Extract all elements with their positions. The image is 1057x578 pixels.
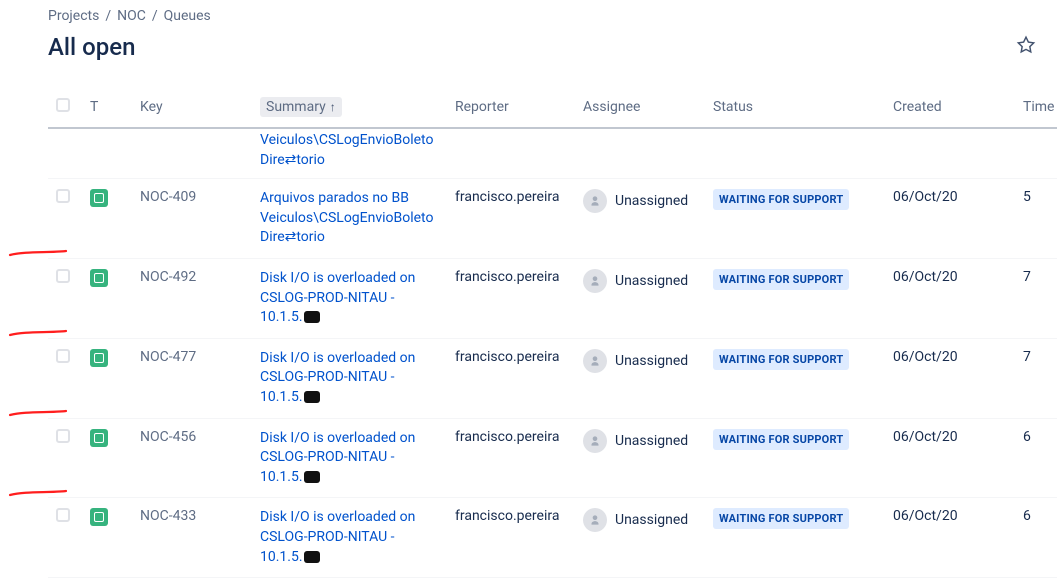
issue-type-icon [90, 189, 108, 207]
status-badge: WAITING FOR SUPPORT [713, 269, 849, 290]
avatar-icon [583, 189, 607, 213]
row-checkbox[interactable] [56, 349, 70, 363]
status-badge: WAITING FOR SUPPORT [713, 429, 849, 450]
row-checkbox[interactable] [56, 429, 70, 443]
row-checkbox[interactable] [56, 189, 70, 203]
table-row: NOC-456 Disk I/O is overloaded on CSLOG-P… [48, 418, 1057, 498]
created-date: 06/Oct/20 [893, 429, 958, 445]
breadcrumb-noc[interactable]: NOC [117, 8, 146, 24]
assignee-name[interactable]: Unassigned [615, 273, 688, 289]
row-checkbox[interactable] [56, 508, 70, 522]
time-value: 6 [1023, 508, 1031, 524]
select-all-checkbox[interactable] [56, 98, 70, 112]
avatar-icon [583, 349, 607, 373]
redacted-text [304, 311, 320, 323]
annotation-mark [8, 245, 68, 265]
created-date: 06/Oct/20 [893, 189, 958, 205]
created-date: 06/Oct/20 [893, 349, 958, 365]
col-created[interactable]: Created [885, 89, 1015, 128]
issue-summary-link[interactable]: Veiculos\CSLogEnvioBoletoDire⇄torio [260, 132, 433, 168]
col-summary[interactable]: Summary↑ [252, 89, 447, 128]
avatar-icon [583, 269, 607, 293]
issue-summary-link[interactable]: Arquivos parados no BB Veiculos\CSLogEnv… [260, 190, 433, 245]
col-assignee[interactable]: Assignee [575, 89, 705, 128]
status-badge: WAITING FOR SUPPORT [713, 189, 849, 210]
table-row: NOC-492 Disk I/O is overloaded on CSLOG-P… [48, 258, 1057, 338]
issue-type-icon [90, 269, 108, 287]
time-value: 5 [1023, 189, 1031, 205]
table-row: NOC-409 Arquivos parados no BB Veiculos\C… [48, 179, 1057, 259]
issue-key[interactable]: NOC-477 [140, 349, 196, 365]
col-reporter[interactable]: Reporter [447, 89, 575, 128]
star-button[interactable] [1011, 30, 1041, 63]
reporter-name[interactable]: francisco.pereira [455, 349, 559, 365]
sort-asc-icon: ↑ [330, 100, 336, 114]
breadcrumb: Projects / NOC / Queues [48, 8, 1057, 24]
col-type[interactable]: T [82, 89, 132, 128]
redacted-text [304, 471, 320, 483]
created-date: 06/Oct/20 [893, 508, 958, 524]
avatar-icon [583, 508, 607, 532]
time-value: 7 [1023, 349, 1031, 365]
col-status[interactable]: Status [705, 89, 885, 128]
col-time[interactable]: Time [1015, 89, 1057, 128]
assignee-name[interactable]: Unassigned [615, 353, 688, 369]
reporter-name[interactable]: francisco.pereira [455, 189, 559, 205]
avatar-icon [583, 429, 607, 453]
table-row: NOC-433 Disk I/O is overloaded on CSLOG-P… [48, 498, 1057, 578]
assignee-name[interactable]: Unassigned [615, 433, 688, 449]
time-value: 7 [1023, 269, 1031, 285]
table-row-partial: Veiculos\CSLogEnvioBoletoDire⇄torio [48, 128, 1057, 179]
breadcrumb-queues[interactable]: Queues [164, 8, 211, 24]
reporter-name[interactable]: francisco.pereira [455, 269, 559, 285]
breadcrumb-projects[interactable]: Projects [48, 8, 99, 24]
issue-key[interactable]: NOC-456 [140, 429, 196, 445]
time-value: 6 [1023, 429, 1031, 445]
annotation-mark [8, 325, 68, 345]
reporter-name[interactable]: francisco.pereira [455, 508, 559, 524]
page-title: All open [48, 33, 135, 61]
col-key[interactable]: Key [132, 89, 252, 128]
issue-summary-link[interactable]: Disk I/O is overloaded on CSLOG-PROD-NIT… [260, 350, 415, 405]
issue-summary-link[interactable]: Disk I/O is overloaded on CSLOG-PROD-NIT… [260, 270, 415, 325]
issue-summary-link[interactable]: Disk I/O is overloaded on CSLOG-PROD-NIT… [260, 430, 415, 485]
created-date: 06/Oct/20 [893, 269, 958, 285]
issue-type-icon [90, 429, 108, 447]
row-checkbox[interactable] [56, 269, 70, 283]
status-badge: WAITING FOR SUPPORT [713, 349, 849, 370]
issue-type-icon [90, 508, 108, 526]
issue-key[interactable]: NOC-409 [140, 189, 196, 205]
reporter-name[interactable]: francisco.pereira [455, 429, 559, 445]
issue-key[interactable]: NOC-433 [140, 508, 196, 524]
issue-summary-link[interactable]: Disk I/O is overloaded on CSLOG-PROD-NIT… [260, 509, 415, 564]
table-row: NOC-477 Disk I/O is overloaded on CSLOG-P… [48, 338, 1057, 418]
redacted-text [304, 551, 320, 563]
redacted-text [304, 391, 320, 403]
issues-table: T Key Summary↑ Reporter Assignee Status … [48, 89, 1057, 578]
issue-type-icon [90, 349, 108, 367]
annotation-mark [8, 485, 68, 505]
issue-key[interactable]: NOC-492 [140, 269, 196, 285]
annotation-mark [8, 405, 68, 425]
assignee-name[interactable]: Unassigned [615, 512, 688, 528]
assignee-name[interactable]: Unassigned [615, 193, 688, 209]
star-icon [1015, 34, 1037, 56]
